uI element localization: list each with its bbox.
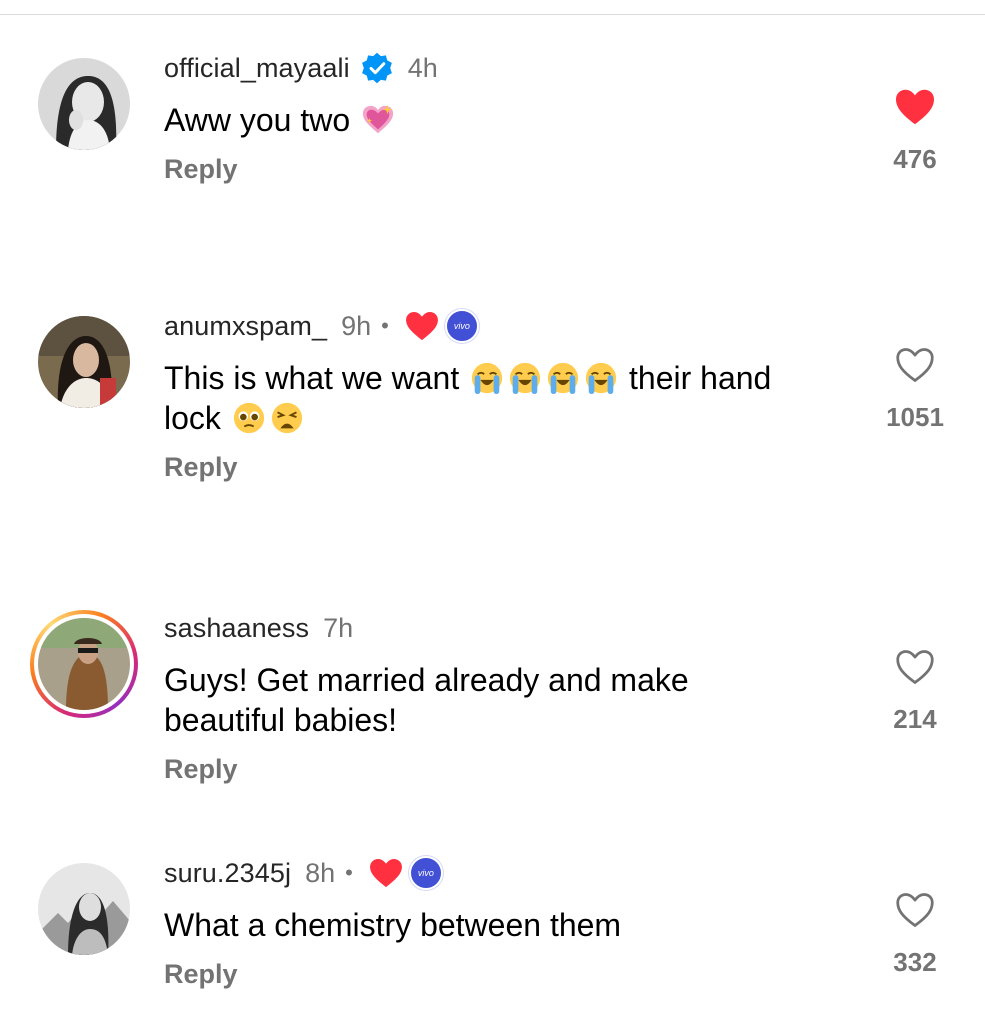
comment-text: What a chemistry between them	[164, 907, 622, 943]
comment-meta: official_mayaali 4h	[164, 50, 864, 86]
reply-button[interactable]: Reply	[164, 154, 864, 185]
comment-meta: anumxspam_ 9h • vivo	[164, 308, 864, 344]
comments-screen: official_mayaali 4h Aww you two Reply 47	[0, 0, 985, 1024]
comment-meta: sashaaness 7h	[164, 610, 864, 646]
story-ring-avatar[interactable]	[30, 610, 138, 718]
timestamp: 8h	[305, 857, 336, 888]
separator-dot: •	[381, 313, 389, 338]
like-count: 214	[893, 704, 937, 734]
creator-avatar-badge: vivo	[444, 309, 479, 343]
heart-outline-icon[interactable]	[894, 891, 936, 929]
like-count: 332	[893, 947, 937, 977]
creator-liked-heart-icon	[405, 311, 438, 341]
pleading-face-icon	[233, 402, 264, 434]
weary-face-icon	[271, 402, 302, 434]
avatar[interactable]	[38, 58, 130, 150]
separator-dot: •	[345, 860, 353, 885]
like-control: 214	[870, 648, 960, 735]
username[interactable]: sashaaness	[164, 613, 309, 644]
top-divider	[0, 14, 985, 15]
verified-badge-icon	[361, 52, 392, 84]
avatar[interactable]	[38, 863, 130, 955]
username[interactable]: official_mayaali	[164, 53, 350, 84]
avatar[interactable]	[38, 316, 130, 408]
reply-button[interactable]: Reply	[164, 754, 864, 785]
comment-body: sashaaness 7h Guys! Get married already …	[164, 610, 864, 785]
loudly-crying-face-icon	[509, 362, 541, 395]
heart-filled-icon[interactable]	[894, 88, 936, 126]
like-count: 1051	[886, 402, 944, 432]
comment-text: This is what we want their hand lock	[164, 360, 772, 436]
loudly-crying-face-icon	[585, 362, 617, 395]
username[interactable]: anumxspam_	[164, 311, 327, 342]
sparkling-heart-icon	[362, 104, 394, 134]
loudly-crying-face-icon	[471, 362, 503, 395]
comment-body: official_mayaali 4h Aww you two Reply	[164, 50, 864, 185]
reply-button[interactable]: Reply	[164, 452, 864, 483]
reply-button[interactable]: Reply	[164, 959, 864, 990]
heart-outline-icon[interactable]	[894, 648, 936, 686]
like-count: 476	[893, 144, 937, 174]
timestamp: 7h	[323, 612, 354, 643]
comment-text: Aww you two	[164, 100, 864, 140]
comment-text: Guys! Get married already and make beauti…	[164, 662, 689, 738]
comment-meta: suru.2345j 8h • vivo	[164, 855, 864, 891]
like-control: 332	[870, 891, 960, 978]
comment-body: anumxspam_ 9h • vivo This is what we wan…	[164, 308, 864, 483]
heart-outline-icon[interactable]	[894, 346, 936, 384]
creator-liked-heart-icon	[369, 858, 402, 888]
creator-avatar-badge: vivo	[408, 856, 443, 890]
loudly-crying-face-icon	[547, 362, 579, 395]
timestamp: 9h	[341, 310, 372, 341]
like-control: 476	[870, 88, 960, 175]
username[interactable]: suru.2345j	[164, 858, 291, 889]
comment-body: suru.2345j 8h • vivo What a chemistry be…	[164, 855, 864, 990]
like-control: 1051	[870, 346, 960, 433]
timestamp: 4h	[407, 52, 438, 83]
avatar	[38, 618, 130, 710]
